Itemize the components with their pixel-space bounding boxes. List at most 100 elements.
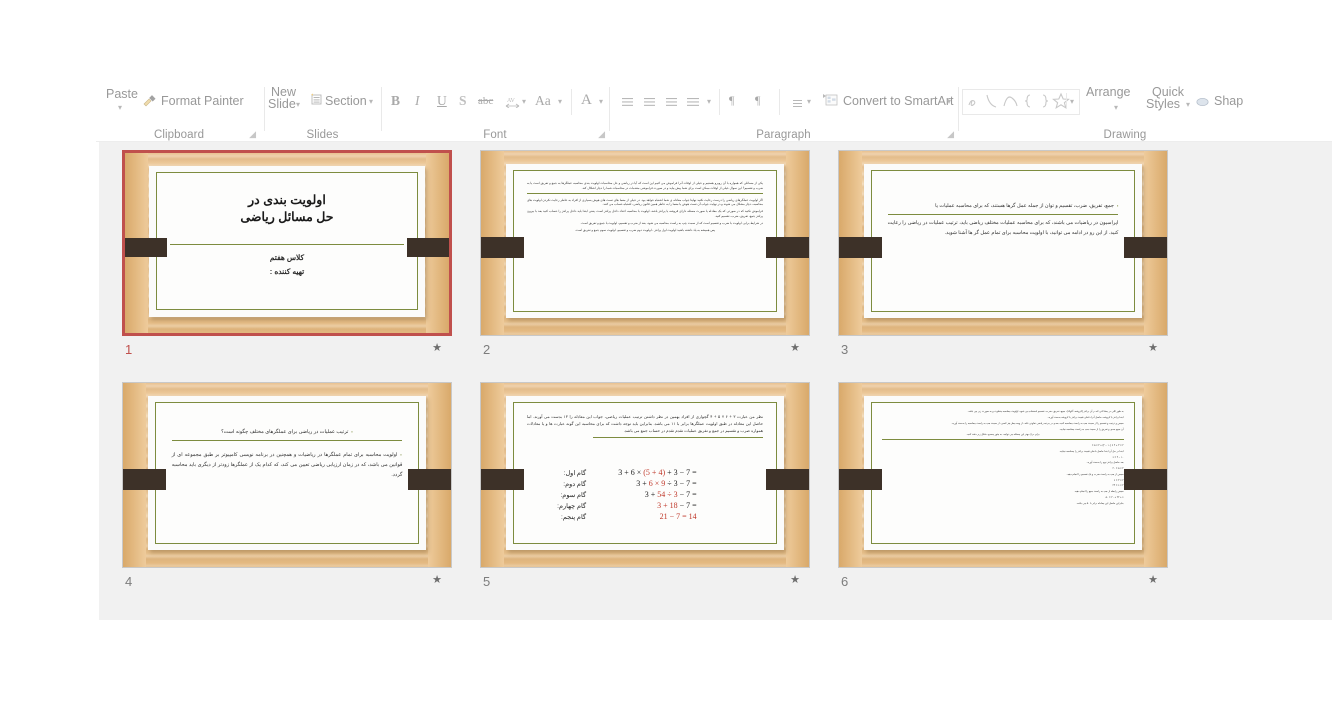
paste-button[interactable]: Paste (106, 87, 138, 101)
change-case-button[interactable]: Aa (535, 93, 551, 109)
ribbon-group-font: B I U S abc AV ▾ Aa ▾ A ▾ Font ◢ (383, 85, 607, 142)
slide-frame-4[interactable]: ترتیب عملیات در ریاضی برای عملگرهای مختل… (122, 382, 452, 568)
animation-star-icon[interactable]: ★ (432, 575, 442, 586)
slide-thumbnail-1[interactable]: اولویت بندی در حل مسائل ریاضی کلاس هفتم … (122, 150, 452, 362)
shapes-more-caret-icon[interactable]: ▾ (1066, 93, 1080, 109)
equation-expression: 3 + 18 − 7 = (657, 500, 697, 510)
bullet-list-icon[interactable] (619, 95, 635, 113)
arrange-caret-icon[interactable]: ▾ (1114, 103, 1118, 112)
slide-number: 2 (483, 342, 491, 357)
slide-thumbnail-4[interactable]: ترتیب عملیات در ریاضی برای عملگرهای مختل… (122, 382, 452, 594)
slide-subtitle: کلاس هفتم تهیه کننده : (173, 251, 401, 280)
font-color-button[interactable]: A (581, 92, 592, 109)
character-spacing-caret-icon[interactable]: ▾ (522, 97, 526, 106)
character-spacing-icon[interactable]: AV (505, 95, 520, 113)
text-shadow-button[interactable]: S (459, 93, 467, 109)
equation-step-label: گام سوم: (560, 491, 587, 499)
slide-frame-5[interactable]: نظر من عبارت ۳ + ۶ × ۵ + ۴ گچواری از افر… (480, 382, 810, 568)
slide-content-inner: نظر من عبارت ۳ + ۶ × ۵ + ۴ گچواری از افر… (512, 402, 778, 544)
slide-number: 1 (125, 342, 133, 357)
bullet-paragraph: جمع، تفریق، ضرب، تقسیم و توان از جمله عم… (888, 202, 1119, 212)
animation-star-icon[interactable]: ★ (790, 575, 800, 586)
section-caret-icon[interactable]: ▾ (369, 97, 373, 106)
increase-indent-icon[interactable] (685, 95, 703, 113)
convert-to-smartart-button[interactable]: Convert to SmartArt (843, 94, 953, 108)
slide-content-inner: اولویت بندی در حل مسائل ریاضی کلاس هفتم … (156, 171, 418, 311)
slide-thumbnail-2[interactable]: یکی از مسائلی که همواره با آن روبرو هستی… (480, 150, 810, 362)
line-spacing-caret-icon[interactable]: ▾ (807, 97, 811, 106)
underline-button[interactable]: U (437, 93, 447, 109)
bullet-paragraph: ترتیب عملیات در ریاضی برای عملگرهای مختل… (172, 428, 403, 438)
new-slide-button[interactable]: Slide (268, 97, 296, 111)
paste-caret-icon[interactable]: ▾ (118, 103, 122, 112)
slide-title: اولویت بندی در حل مسائل ریاضی (173, 192, 401, 226)
slide-number: 6 (841, 574, 849, 589)
animation-star-icon[interactable]: ★ (790, 343, 800, 354)
line-spacing-icon[interactable] (789, 96, 804, 114)
slide-frame-1[interactable]: اولویت بندی در حل مسائل ریاضی کلاس هفتم … (122, 150, 452, 336)
paragraph-divider (882, 439, 1124, 441)
quick-styles-caret-icon[interactable]: ▾ (1186, 100, 1190, 109)
section-icon (310, 93, 323, 111)
decorative-bar-right (408, 469, 451, 490)
clipboard-dialog-launcher-icon[interactable]: ◢ (249, 129, 256, 140)
decorative-bar-right (766, 237, 809, 258)
change-case-caret-icon[interactable]: ▾ (558, 97, 562, 106)
calculation-line: ابتدا در حل آن ابتدا حاصل داخلی قیمت پرا… (1059, 449, 1124, 453)
shapes-gallery[interactable] (962, 89, 1080, 115)
quick-styles-button[interactable]: Styles (1146, 97, 1180, 111)
paragraph: در شرایط برابر، اولویت با ضرب و تقسیم اس… (580, 220, 763, 225)
slide-content-panel: اولویت بندی در حل مسائل ریاضی کلاس هفتم … (149, 165, 425, 317)
slide-sorter-pane[interactable]: اولویت بندی در حل مسائل ریاضی کلاس هفتم … (99, 142, 1332, 620)
animation-star-icon[interactable]: ★ (432, 343, 442, 354)
rtl-text-direction-button[interactable]: ¶ (755, 93, 760, 108)
slide-content-panel: ترتیب عملیات در ریاضی برای عملگرهای مختل… (147, 395, 427, 551)
slide-content-panel: به طور کلی در معادلاتی که در آن پرانتز (… (863, 395, 1143, 551)
format-painter-label[interactable]: Format Painter (161, 94, 244, 108)
convert-to-smartart-caret-icon[interactable]: ▾ (947, 97, 951, 106)
ltr-text-direction-button[interactable]: ¶ (729, 93, 734, 108)
animation-star-icon[interactable]: ★ (1148, 343, 1158, 354)
arc-icon (1003, 96, 1018, 107)
shape-fill-icon[interactable] (1196, 95, 1210, 113)
slide-frame-6[interactable]: به طور کلی در معادلاتی که در آن پرانتز (… (838, 382, 1168, 568)
slide-content-inner: ترتیب عملیات در ریاضی برای عملگرهای مختل… (154, 402, 420, 544)
decrease-indent-icon[interactable] (663, 95, 679, 113)
section-button[interactable]: Section (325, 94, 367, 108)
numbered-list-icon[interactable] (641, 95, 657, 113)
slide-number: 5 (483, 574, 491, 589)
decorative-bar-left (481, 469, 524, 490)
indent-caret-icon[interactable]: ▾ (707, 97, 711, 106)
arrange-button[interactable]: Arrange (1086, 85, 1130, 99)
ribbon-separator (779, 89, 780, 115)
slide-frame-2[interactable]: یکی از مسائلی که همواره با آن روبرو هستی… (480, 150, 810, 336)
calculation-line: بعد حاصل پرانتز نوم را بدست آورید. (1086, 461, 1124, 465)
calculation-line: ۴ × ۶ = ۲۴ (1112, 484, 1124, 488)
thumbnail-footer: 1 ★ (122, 342, 452, 362)
calculation-line: سپس از چپ به راست ضرب و یک تقسیم را انجا… (1066, 472, 1124, 476)
slide-thumbnail-5[interactable]: نظر من عبارت ۳ + ۶ × ۵ + ۴ گچواری از افر… (480, 382, 810, 594)
decorative-bar-left (839, 469, 882, 490)
slide-thumbnail-6[interactable]: به طور کلی در معادلاتی که در آن پرانتز (… (838, 382, 1168, 594)
curve-icon (986, 94, 997, 108)
italic-button[interactable]: I (415, 93, 420, 109)
paragraph-dialog-launcher-icon[interactable]: ◢ (947, 129, 954, 140)
decorative-bar-left (125, 237, 168, 258)
bold-button[interactable]: B (391, 93, 400, 109)
slide-thumbnail-3[interactable]: جمع، تفریق، ضرب، تقسیم و توان از جمله عم… (838, 150, 1168, 362)
paragraph-divider (887, 214, 1119, 216)
shape-fill-button[interactable]: Shap (1214, 94, 1243, 108)
font-dialog-launcher-icon[interactable]: ◢ (598, 129, 605, 140)
thumbnail-footer: 2 ★ (480, 342, 810, 362)
new-slide-caret-icon[interactable]: ▾ (296, 100, 300, 109)
animation-star-icon[interactable]: ★ (1148, 575, 1158, 586)
slide-number: 3 (841, 342, 849, 357)
paragraph: برای درک بهتر این مسئله می توانید، به مث… (966, 433, 1040, 437)
strikethrough-button[interactable]: abc (478, 95, 493, 107)
calculation-line: بنابراین حاصل این معادله برابر با ۵۰ می … (1076, 501, 1124, 505)
font-color-caret-icon[interactable]: ▾ (599, 97, 603, 106)
equation-expression: 3 + 6 × (5 + 4) + 3 − 7 = (618, 467, 697, 477)
equation-row: 3 + 18 − 7 = گام چهارم: (540, 501, 703, 510)
ribbon-group-drawing: ▾ Arrange ▾ Quick Styles ▾ Shap Drawing (960, 85, 1332, 142)
slide-frame-3[interactable]: جمع، تفریق، ضرب، تقسیم و توان از جمله عم… (838, 150, 1168, 336)
